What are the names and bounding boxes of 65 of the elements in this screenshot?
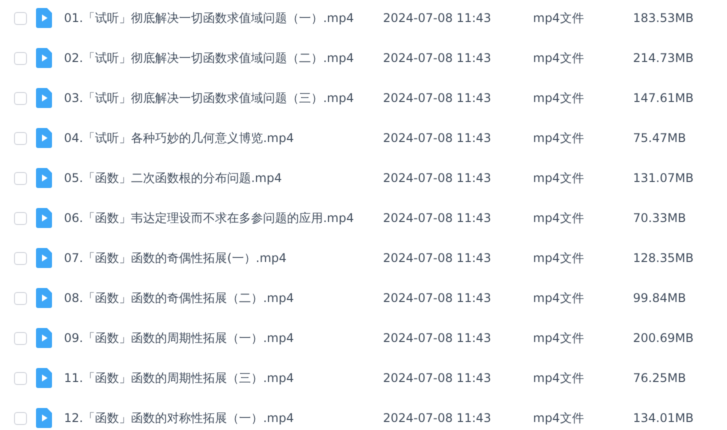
video-file-icon xyxy=(36,328,52,348)
file-type: mp4文件 xyxy=(533,410,585,427)
file-size: 147.61MB xyxy=(633,90,694,107)
file-type: mp4文件 xyxy=(533,10,585,27)
video-file-icon xyxy=(36,128,52,148)
modified-date: 2024-07-08 11:43 xyxy=(383,130,492,147)
checkbox[interactable] xyxy=(14,332,26,344)
checkbox[interactable] xyxy=(14,212,26,224)
video-file-icon xyxy=(36,48,52,68)
checkbox[interactable] xyxy=(14,12,26,24)
file-name[interactable]: 04.「试听」各种巧妙的几何意义博览.mp4 xyxy=(64,129,383,147)
modified-date: 2024-07-08 11:43 xyxy=(383,330,492,347)
video-file-icon xyxy=(36,248,52,268)
checkbox[interactable] xyxy=(14,172,26,184)
checkbox[interactable] xyxy=(14,92,26,104)
file-size: 99.84MB xyxy=(633,290,686,307)
file-name[interactable]: 02.「试听」彻底解决一切函数求值域问题（二）.mp4 xyxy=(64,49,383,67)
checkbox[interactable] xyxy=(14,292,26,304)
video-file-icon xyxy=(36,368,52,388)
file-type: mp4文件 xyxy=(533,90,585,107)
file-size: 134.01MB xyxy=(633,410,694,427)
modified-date: 2024-07-08 11:43 xyxy=(383,370,492,387)
file-size: 70.33MB xyxy=(633,210,686,227)
modified-date: 2024-07-08 11:43 xyxy=(383,50,492,67)
file-name[interactable]: 09.「函数」函数的周期性拓展（一）.mp4 xyxy=(64,329,383,347)
modified-date: 2024-07-08 11:43 xyxy=(383,170,492,187)
modified-date: 2024-07-08 11:43 xyxy=(383,250,492,267)
file-size: 131.07MB xyxy=(633,170,694,187)
file-name[interactable]: 08.「函数」函数的奇偶性拓展（二）.mp4 xyxy=(64,289,383,307)
video-file-icon xyxy=(36,288,52,308)
file-size: 128.35MB xyxy=(633,250,694,267)
checkbox[interactable] xyxy=(14,412,26,424)
video-file-icon xyxy=(36,168,52,188)
modified-date: 2024-07-08 11:43 xyxy=(383,410,492,427)
checkbox[interactable] xyxy=(14,52,26,64)
checkbox[interactable] xyxy=(14,132,26,144)
file-type: mp4文件 xyxy=(533,370,585,387)
modified-date: 2024-07-08 11:43 xyxy=(383,90,492,107)
file-name[interactable]: 05.「函数」二次函数根的分布问题.mp4 xyxy=(64,169,383,187)
file-type: mp4文件 xyxy=(533,250,585,267)
file-name[interactable]: 11.「函数」函数的周期性拓展（三）.mp4 xyxy=(64,369,383,387)
video-file-icon xyxy=(36,8,52,28)
file-size: 183.53MB xyxy=(633,10,694,27)
file-name[interactable]: 12.「函数」函数的对称性拓展（一）.mp4 xyxy=(64,409,383,427)
file-name[interactable]: 01.「试听」彻底解决一切函数求值域问题（一）.mp4 xyxy=(64,9,383,27)
checkbox[interactable] xyxy=(14,252,26,264)
file-name[interactable]: 06.「函数」韦达定理设而不求在多参问题的应用.mp4 xyxy=(64,209,383,227)
modified-date: 2024-07-08 11:43 xyxy=(383,210,492,227)
file-size: 200.69MB xyxy=(633,330,694,347)
file-type: mp4文件 xyxy=(533,170,585,187)
file-name[interactable]: 03.「试听」彻底解决一切函数求值域问题（三）.mp4 xyxy=(64,89,383,107)
checkbox[interactable] xyxy=(14,372,26,384)
file-type: mp4文件 xyxy=(533,50,585,67)
file-size: 214.73MB xyxy=(633,50,694,67)
video-file-icon xyxy=(36,88,52,108)
video-file-icon xyxy=(36,208,52,228)
file-type: mp4文件 xyxy=(533,130,585,147)
file-type: mp4文件 xyxy=(533,210,585,227)
file-type: mp4文件 xyxy=(533,330,585,347)
file-type: mp4文件 xyxy=(533,290,585,307)
file-size: 76.25MB xyxy=(633,370,686,387)
modified-date: 2024-07-08 11:43 xyxy=(383,10,492,27)
modified-date: 2024-07-08 11:43 xyxy=(383,290,492,307)
file-name[interactable]: 07.「函数」函数的奇偶性拓展(一）.mp4 xyxy=(64,249,383,267)
file-size: 75.47MB xyxy=(633,130,686,147)
